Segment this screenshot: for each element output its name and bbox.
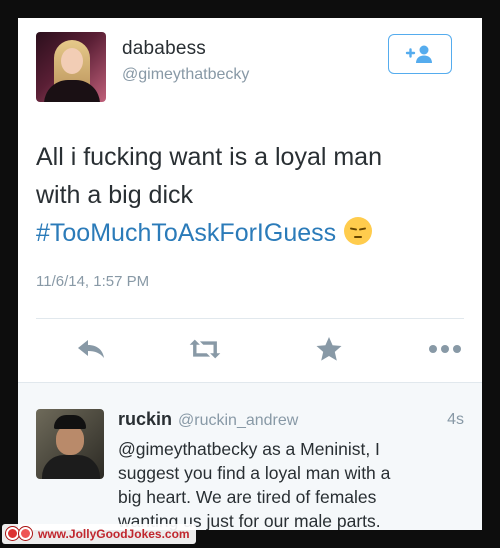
- watermark: www.JollyGoodJokes.com: [2, 524, 196, 544]
- avatar-face: [61, 48, 83, 74]
- reply-timestamp[interactable]: 4s: [447, 411, 464, 429]
- tweet-hashtag-line: #TooMuchToAskForIGuess: [36, 214, 466, 252]
- star-icon: [316, 337, 342, 361]
- reply-icon: [78, 340, 104, 358]
- tweet-actions: [36, 326, 466, 374]
- retweet-icon: [189, 339, 221, 359]
- tweet-header: dababess @gimeythatbecky: [36, 32, 466, 104]
- reply-header: ruckin @ruckin_andrew 4s: [118, 409, 464, 433]
- reply-tweet[interactable]: ruckin @ruckin_andrew 4s @gimeythatbecky …: [18, 383, 482, 530]
- avatar-cap: [54, 415, 86, 429]
- reply-avatar[interactable]: [36, 409, 104, 479]
- tweet-card: dababess @gimeythatbecky All i fucking w…: [18, 18, 482, 530]
- tweet-text-line: with a big dick: [36, 181, 194, 209]
- follow-button[interactable]: [388, 34, 452, 74]
- reply-user-handle[interactable]: @ruckin_andrew: [178, 412, 298, 429]
- watermark-logo-icon: [6, 526, 34, 542]
- add-user-icon: [405, 45, 432, 63]
- reply-text: @gimeythatbecky as a Meninist, I suggest…: [118, 437, 468, 530]
- watermark-text: www.JollyGoodJokes.com: [38, 527, 190, 541]
- divider: [36, 318, 464, 319]
- display-name[interactable]: dababess: [122, 38, 206, 60]
- reply-text-line: @gimeythatbecky as a Meninist, I: [118, 439, 380, 459]
- more-button[interactable]: [428, 334, 462, 364]
- reply-display-name[interactable]: ruckin: [118, 409, 172, 429]
- hashtag-link[interactable]: #TooMuchToAskForIGuess: [36, 219, 336, 247]
- reply-text-line: big heart. We are tired of females: [118, 487, 377, 507]
- retweet-button[interactable]: [188, 334, 222, 364]
- avatar[interactable]: [36, 32, 106, 102]
- avatar-body: [44, 80, 100, 102]
- avatar-body: [42, 455, 100, 479]
- more-icon: [429, 345, 461, 353]
- user-handle[interactable]: @gimeythatbecky: [122, 66, 249, 84]
- reply-button[interactable]: [74, 334, 108, 364]
- tweet-text: All i fucking want is a loyal man with a…: [36, 138, 466, 252]
- tweet-text-line: All i fucking want is a loyal man: [36, 143, 382, 171]
- pensive-face-emoji-icon: [344, 217, 373, 245]
- tweet-timestamp[interactable]: 11/6/14, 1:57 PM: [36, 273, 149, 290]
- favorite-button[interactable]: [312, 334, 346, 364]
- avatar-face: [56, 425, 84, 455]
- reply-text-line: suggest you find a loyal man with a: [118, 463, 391, 483]
